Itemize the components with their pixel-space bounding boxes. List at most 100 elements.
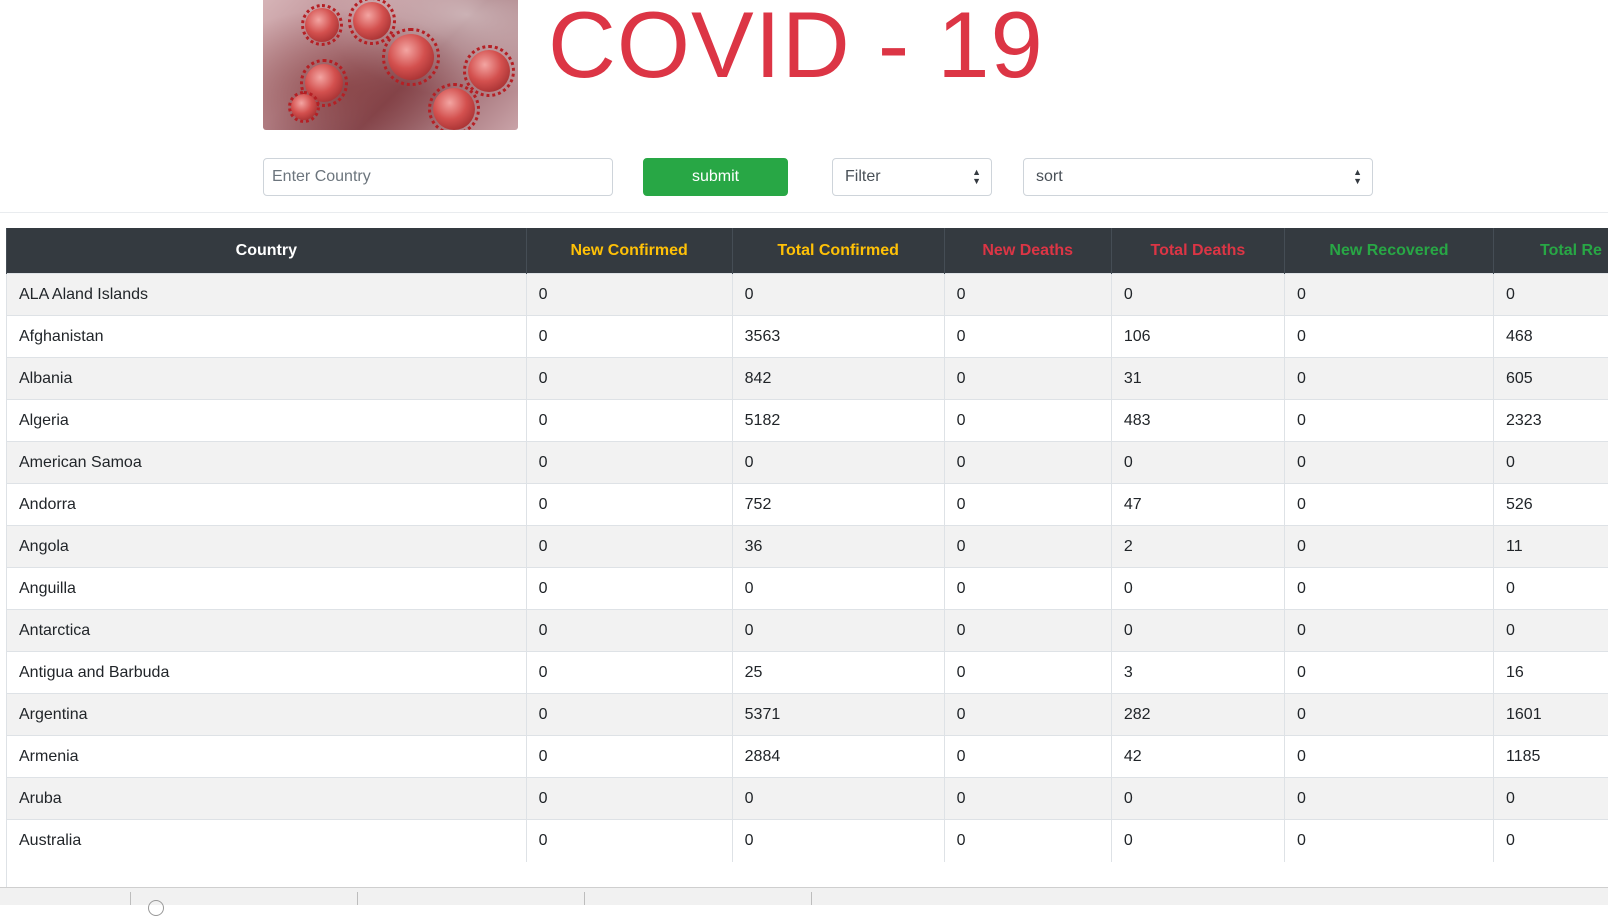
virus-particle-icon [291,94,317,120]
new-recovered-cell: 0 [1284,652,1493,694]
up-down-arrows-icon: ▲▼ [972,168,981,186]
new-deaths-cell: 0 [944,358,1111,400]
total-confirmed-cell: 0 [732,820,944,862]
new-deaths-cell: 0 [944,274,1111,316]
total-recovered-cell: 0 [1494,610,1608,652]
new-deaths-cell: 0 [944,610,1111,652]
new-deaths-cell: 0 [944,484,1111,526]
column-header-new-confirmed[interactable]: New Confirmed [526,228,732,274]
total-recovered-cell: 16 [1494,652,1608,694]
new-recovered-cell: 0 [1284,442,1493,484]
total-recovered-cell: 2323 [1494,400,1608,442]
new-deaths-cell: 0 [944,442,1111,484]
new-confirmed-cell: 0 [526,316,732,358]
virus-particle-icon [433,88,475,130]
column-header-new-recovered[interactable]: New Recovered [1284,228,1493,274]
new-confirmed-cell: 0 [526,358,732,400]
new-confirmed-cell: 0 [526,400,732,442]
total-deaths-cell: 282 [1111,694,1284,736]
new-deaths-cell: 0 [944,526,1111,568]
column-header-total-confirmed[interactable]: Total Confirmed [732,228,944,274]
table-header-row: Country New Confirmed Total Confirmed Ne… [7,228,1608,274]
new-recovered-cell: 0 [1284,736,1493,778]
total-deaths-cell: 0 [1111,610,1284,652]
total-deaths-cell: 31 [1111,358,1284,400]
new-deaths-cell: 0 [944,820,1111,862]
total-recovered-cell: 605 [1494,358,1608,400]
total-deaths-cell: 42 [1111,736,1284,778]
new-recovered-cell: 0 [1284,694,1493,736]
table-row: Angola03602011 [7,526,1608,568]
total-recovered-cell: 0 [1494,820,1608,862]
submit-button[interactable]: submit [643,158,788,196]
column-header-total-recovered[interactable]: Total Re [1494,228,1608,274]
total-deaths-cell: 3 [1111,652,1284,694]
scrollbar-divider [357,892,358,905]
total-deaths-cell: 0 [1111,442,1284,484]
new-deaths-cell: 0 [944,694,1111,736]
up-down-arrows-icon: ▲▼ [1353,168,1362,186]
table-row: Argentina05371028201601 [7,694,1608,736]
total-confirmed-cell: 752 [732,484,944,526]
new-confirmed-cell: 0 [526,484,732,526]
new-recovered-cell: 0 [1284,400,1493,442]
total-recovered-cell: 1601 [1494,694,1608,736]
scrollbar-divider [584,892,585,905]
new-recovered-cell: 0 [1284,820,1493,862]
column-header-country[interactable]: Country [7,228,527,274]
new-recovered-cell: 0 [1284,316,1493,358]
country-cell: Andorra [7,484,527,526]
total-confirmed-cell: 3563 [732,316,944,358]
table-row: Afghanistan0356301060468 [7,316,1608,358]
total-recovered-cell: 0 [1494,442,1608,484]
total-deaths-cell: 0 [1111,274,1284,316]
total-deaths-cell: 0 [1111,778,1284,820]
total-confirmed-cell: 0 [732,778,944,820]
new-recovered-cell: 0 [1284,526,1493,568]
table-row: Algeria05182048302323 [7,400,1608,442]
column-header-new-deaths[interactable]: New Deaths [944,228,1111,274]
new-confirmed-cell: 0 [526,694,732,736]
table-row: Australia000000 [7,820,1608,862]
country-search-input[interactable] [263,158,613,196]
table-row: Albania08420310605 [7,358,1608,400]
total-recovered-cell: 1185 [1494,736,1608,778]
new-recovered-cell: 0 [1284,778,1493,820]
new-confirmed-cell: 0 [526,442,732,484]
table-row: Antigua and Barbuda02503016 [7,652,1608,694]
total-recovered-cell: 526 [1494,484,1608,526]
total-deaths-cell: 47 [1111,484,1284,526]
total-deaths-cell: 106 [1111,316,1284,358]
new-deaths-cell: 0 [944,736,1111,778]
total-deaths-cell: 0 [1111,568,1284,610]
total-confirmed-cell: 2884 [732,736,944,778]
page-title: COVID - 19 [548,0,1044,100]
total-recovered-cell: 11 [1494,526,1608,568]
filter-select-label: Filter [845,168,881,186]
virus-particle-icon [353,2,391,40]
column-header-total-deaths[interactable]: Total Deaths [1111,228,1284,274]
total-confirmed-cell: 0 [732,274,944,316]
country-cell: American Samoa [7,442,527,484]
country-cell: Anguilla [7,568,527,610]
new-deaths-cell: 0 [944,652,1111,694]
new-deaths-cell: 0 [944,778,1111,820]
sort-select-label: sort [1036,168,1063,186]
new-deaths-cell: 0 [944,568,1111,610]
horizontal-scrollbar[interactable] [0,887,1608,905]
new-confirmed-cell: 0 [526,820,732,862]
new-recovered-cell: 0 [1284,358,1493,400]
country-cell: Albania [7,358,527,400]
coronavirus-image [263,0,518,130]
total-confirmed-cell: 0 [732,442,944,484]
country-cell: Australia [7,820,527,862]
scrollbar-knob[interactable] [148,900,164,916]
table-row: Aruba000000 [7,778,1608,820]
country-cell: Aruba [7,778,527,820]
country-cell: Angola [7,526,527,568]
new-confirmed-cell: 0 [526,568,732,610]
total-confirmed-cell: 842 [732,358,944,400]
sort-select[interactable]: sort ▲▼ [1023,158,1373,196]
new-confirmed-cell: 0 [526,652,732,694]
filter-select[interactable]: Filter ▲▼ [832,158,992,196]
